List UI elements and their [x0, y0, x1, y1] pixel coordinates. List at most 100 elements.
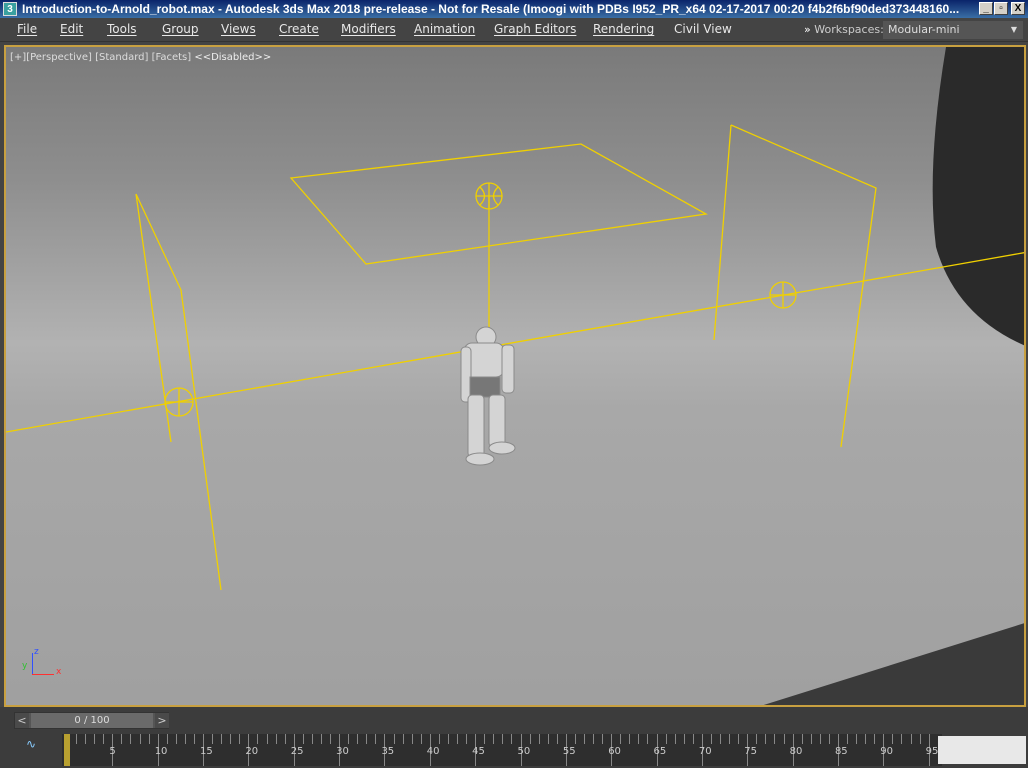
axis-x-label: x	[56, 667, 62, 677]
frame-tick	[139, 734, 141, 744]
perspective-viewport[interactable]: [+][Perspective] [Standard] [Facets] <<D…	[4, 45, 1026, 707]
frame-tick	[493, 734, 495, 744]
frame-label: 95	[925, 746, 939, 757]
frame-tick	[420, 734, 422, 744]
frame-tick	[239, 734, 241, 744]
frame-tick	[466, 734, 468, 744]
workspaces-label: Workspaces:	[814, 23, 884, 36]
floor-edge	[763, 623, 1024, 705]
menu-civil-view[interactable]: Civil View	[674, 22, 732, 36]
menu-rendering[interactable]: Rendering	[593, 22, 654, 36]
frame-display[interactable]: 0 / 100	[31, 713, 153, 728]
frame-label: 50	[517, 746, 531, 757]
frame-tick	[257, 734, 259, 744]
frame-tick	[901, 734, 903, 744]
frame-tick	[828, 734, 830, 744]
frame-label: 20	[245, 746, 259, 757]
menu-modifiers[interactable]: Modifiers	[341, 22, 396, 36]
frame-tick	[583, 734, 585, 744]
menu-create[interactable]: Create	[279, 22, 319, 36]
frame-tick	[765, 734, 767, 744]
restore-button[interactable]: ▫	[994, 2, 1008, 15]
viewport-facets-label[interactable]: [Facets]	[152, 52, 192, 63]
time-cursor[interactable]	[64, 734, 70, 766]
menu-tools[interactable]: Tools	[107, 22, 137, 36]
frame-label: 10	[154, 746, 168, 757]
time-slider[interactable]: < 0 / 100 >	[14, 712, 169, 729]
frame-tick	[320, 734, 322, 744]
workspace-dropdown[interactable]: Modular-mini ▼	[883, 21, 1023, 39]
frame-tick	[692, 734, 694, 744]
frame-tick	[375, 734, 377, 744]
frame-tick	[774, 734, 776, 744]
curve-editor-icon[interactable]: ∿	[26, 737, 36, 751]
frame-tick	[266, 734, 268, 744]
frame-tick	[683, 734, 685, 744]
track-bar[interactable]: 05101520253035404550556065707580859095	[62, 734, 942, 766]
light-target-line	[6, 252, 1024, 433]
frame-tick	[865, 734, 867, 744]
frame-tick	[357, 734, 359, 744]
menu-group[interactable]: Group	[162, 22, 199, 36]
workspace-value: Modular-mini	[888, 23, 960, 36]
robot-model	[460, 326, 516, 466]
frame-tick	[121, 734, 123, 744]
frame-label: 75	[744, 746, 757, 757]
viewport-shading-label[interactable]: [Standard]	[95, 52, 148, 63]
frame-tick	[538, 734, 540, 744]
frame-tick	[76, 734, 78, 744]
axis-y-label: y	[22, 661, 28, 671]
frame-tick	[874, 734, 876, 744]
frame-label: 85	[834, 746, 848, 757]
frame-label: 55	[562, 746, 576, 757]
close-button[interactable]: X	[1011, 2, 1025, 15]
frame-tick	[810, 734, 812, 744]
next-frame-button[interactable]: >	[155, 713, 169, 728]
frame-tick	[511, 734, 513, 744]
frame-tick	[230, 734, 232, 744]
prev-frame-button[interactable]: <	[15, 713, 29, 728]
frame-tick	[602, 734, 604, 744]
frame-tick	[275, 734, 277, 744]
frame-tick	[366, 734, 368, 744]
frame-tick	[919, 734, 921, 744]
chevron-down-icon: ▼	[1010, 25, 1017, 34]
frame-tick	[130, 734, 132, 744]
frame-tick	[647, 734, 649, 744]
frame-tick	[720, 734, 722, 744]
frame-tick	[710, 734, 712, 744]
menu-graph-editors[interactable]: Graph Editors	[494, 22, 576, 36]
frame-tick	[175, 734, 177, 744]
frame-tick	[556, 734, 558, 744]
menu-views[interactable]: Views	[221, 22, 256, 36]
viewport-view-label[interactable]: [Perspective]	[26, 52, 92, 63]
frame-tick	[411, 734, 413, 744]
minimize-button[interactable]: _	[979, 2, 993, 15]
frame-tick	[819, 734, 821, 744]
viewport-disabled-label[interactable]: <<Disabled>>	[194, 52, 271, 63]
frame-tick	[221, 734, 223, 744]
viewport-label[interactable]: [+][Perspective] [Standard] [Facets] <<D…	[10, 52, 271, 63]
frame-tick	[484, 734, 486, 744]
frame-tick	[674, 734, 676, 744]
axis-tripod-icon: z y x	[20, 647, 62, 677]
menu-file[interactable]: File	[17, 22, 37, 36]
expand-icon[interactable]: »	[804, 23, 811, 36]
frame-tick	[330, 734, 332, 744]
menu-animation[interactable]: Animation	[414, 22, 475, 36]
frame-tick	[593, 734, 595, 744]
menu-edit[interactable]: Edit	[60, 22, 83, 36]
frame-tick	[910, 734, 912, 744]
app-icon: 3	[3, 2, 17, 16]
frame-tick	[620, 734, 622, 744]
window-title: Introduction-to-Arnold_robot.max - Autod…	[22, 2, 960, 16]
frame-label: 35	[381, 746, 395, 757]
frame-tick	[856, 734, 858, 744]
frame-label: 65	[653, 746, 667, 757]
frame-tick	[629, 734, 631, 744]
frame-tick	[348, 734, 350, 744]
frame-tick	[103, 734, 105, 744]
viewport-menu-plus[interactable]: [+]	[10, 52, 26, 63]
frame-tick	[847, 734, 849, 744]
frame-tick	[284, 734, 286, 744]
